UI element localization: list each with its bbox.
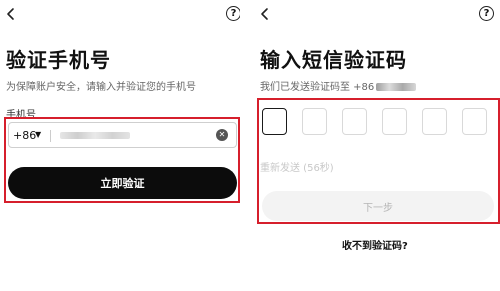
page-title: 输入短信验证码 xyxy=(260,48,407,72)
sms-sent-notice: 我们已发送验证码至 +86 xyxy=(260,78,417,93)
highlight-annotation-box xyxy=(257,98,500,224)
no-code-received-link[interactable]: 收不到验证码? xyxy=(342,237,408,252)
help-icon[interactable]: ? xyxy=(479,6,494,21)
blurred-phone-number xyxy=(376,83,417,91)
sms-code-screen: ? 输入短信验证码 我们已发送验证码至 +86 重新发送 (56秒) 下一步 收… xyxy=(252,0,500,291)
help-icon[interactable]: ? xyxy=(226,6,240,21)
page-title: 验证手机号 xyxy=(6,48,111,72)
back-arrow-icon[interactable] xyxy=(258,6,272,22)
highlight-annotation-box xyxy=(4,117,240,203)
page-subtitle: 为保障账户安全，请输入并验证您的手机号 xyxy=(6,82,196,93)
sms-sent-text: 我们已发送验证码至 +86 xyxy=(260,82,375,93)
back-arrow-icon[interactable] xyxy=(4,6,18,22)
verify-phone-screen: ? 验证手机号 为保障账户安全，请输入并验证您的手机号 手机号 +86 ▼ ✕ … xyxy=(0,0,240,291)
